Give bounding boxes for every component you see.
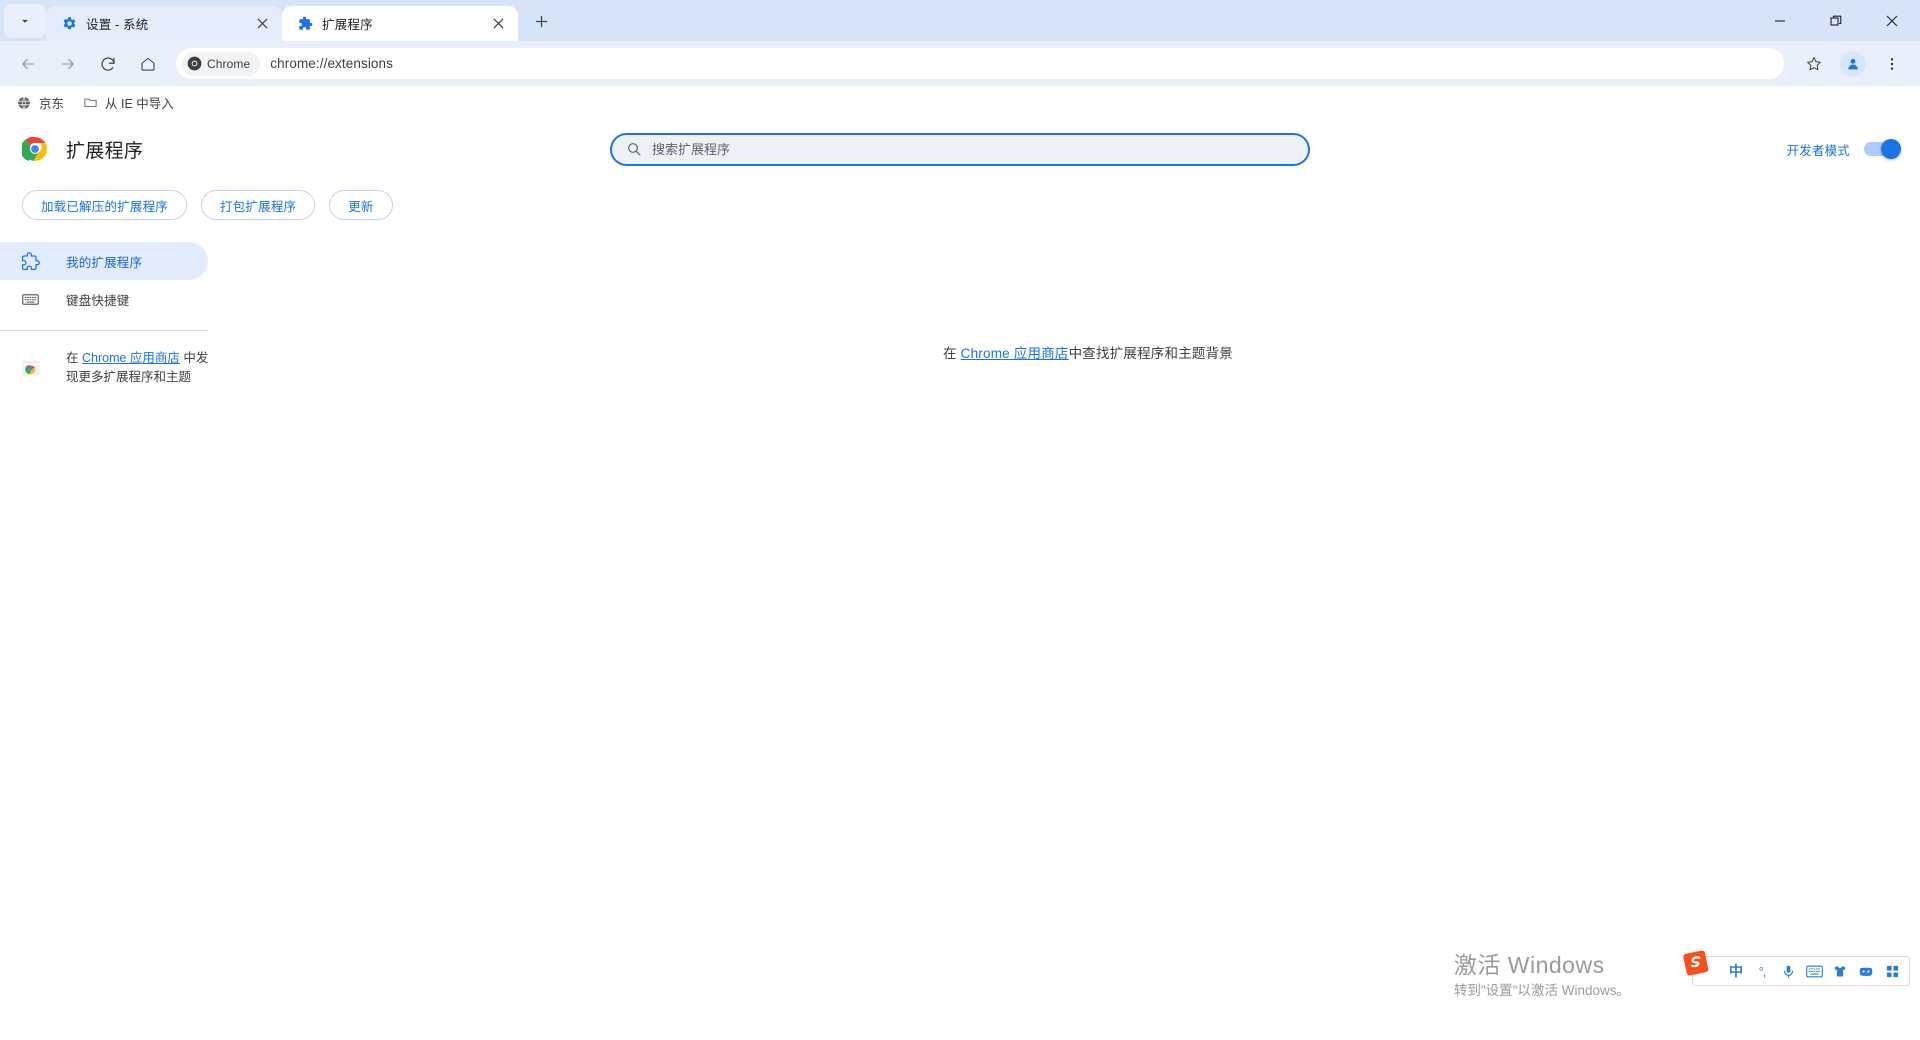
gear-icon: [61, 16, 77, 32]
chrome-origin-chip[interactable]: Chrome: [182, 51, 261, 76]
developer-mode-toggle[interactable]: [1864, 139, 1901, 159]
update-button[interactable]: 更新: [329, 190, 393, 220]
tab-strip: 设置 - 系统 扩展程序: [0, 0, 1920, 41]
sidebar-web-store-text: 在 Chrome 应用商店 中发现更多扩展程序和主题: [66, 349, 216, 387]
chrome-web-store-icon: [20, 357, 42, 379]
browser-menu-button[interactable]: [1875, 47, 1909, 81]
reload-button[interactable]: [91, 47, 125, 81]
empty-state-message: 在 Chrome 应用商店中查找扩展程序和主题背景: [256, 342, 1920, 362]
bookmark-folder-ie-import[interactable]: 从 IE 中导入: [74, 90, 182, 116]
empty-suffix: 中查找扩展程序和主题背景: [1068, 346, 1234, 361]
bookmarks-bar: 京东 从 IE 中导入: [0, 86, 1920, 120]
globe-icon: [16, 95, 32, 111]
back-button[interactable]: [11, 47, 45, 81]
maximize-icon: [1830, 15, 1842, 26]
watermark-line-1: 激活 Windows: [1453, 952, 1605, 978]
chrome-chip-label: Chrome: [207, 56, 251, 71]
profile-avatar[interactable]: [1840, 50, 1866, 77]
extensions-sidebar: 我的扩展程序 键盘快捷键 在 Chrome 应用商店 中发现更多扩展程序和主题: [0, 232, 256, 387]
grid-apps-icon: [1886, 965, 1898, 977]
chrome-logo-icon: [20, 136, 48, 162]
star-icon: [1807, 56, 1821, 70]
chevron-down-icon: [22, 19, 28, 23]
promo-prefix: 在: [66, 351, 82, 365]
ime-chinese-mode[interactable]: 中: [1723, 958, 1749, 984]
search-input[interactable]: [652, 141, 1294, 157]
arrow-left-icon: [22, 58, 34, 69]
tab-title: 扩展程序: [322, 18, 373, 32]
shirt-icon: [1834, 965, 1846, 976]
sidebar-item-label: 键盘快捷键: [66, 293, 130, 308]
bookmark-star-button[interactable]: [1797, 47, 1831, 81]
home-button[interactable]: [131, 47, 165, 81]
sidebar-web-store-promo: 在 Chrome 应用商店 中发现更多扩展程序和主题: [0, 331, 216, 387]
minimize-icon: [1775, 19, 1785, 22]
bookmark-label: 从 IE 中导入: [105, 97, 174, 111]
load-unpacked-button[interactable]: 加载已解压的扩展程序: [22, 190, 188, 220]
extensions-page: 扩展程序 开发者模式 加载已解压的扩展程序 打包扩展程序 更新: [0, 120, 1920, 1040]
tab-close-button[interactable]: [252, 14, 272, 34]
tab-settings[interactable]: 设置 - 系统: [46, 6, 282, 41]
bookmark-jd[interactable]: 京东: [8, 90, 72, 116]
extensions-body: 我的扩展程序 键盘快捷键 在 Chrome 应用商店 中发现更多扩展程序和主题 …: [0, 232, 1920, 387]
ime-toolbar: 中 °,: [1683, 950, 1910, 986]
forward-button[interactable]: [51, 47, 85, 81]
tab-close-button[interactable]: [488, 14, 508, 34]
three-dot-menu-icon: [1890, 57, 1894, 70]
minimize-button[interactable]: [1752, 0, 1808, 41]
tab-list: 设置 - 系统 扩展程序: [46, 0, 518, 41]
tab-extensions[interactable]: 扩展程序: [282, 6, 518, 41]
pack-extension-button[interactable]: 打包扩展程序: [201, 190, 316, 220]
ime-soft-keyboard-button[interactable]: [1801, 958, 1827, 984]
empty-prefix: 在: [942, 346, 961, 361]
arrow-right-icon: [62, 58, 74, 69]
ime-toolbox-button[interactable]: [1879, 958, 1905, 984]
plus-icon: [535, 15, 547, 27]
ime-voice-input-button[interactable]: [1775, 958, 1801, 984]
new-tab-button[interactable]: [524, 4, 558, 38]
puzzle-icon: [297, 16, 313, 32]
developer-mode-control: 开发者模式: [1786, 139, 1901, 159]
chrome-logo-icon: [187, 56, 202, 71]
search-icon: [626, 141, 642, 157]
tab-title: 设置 - 系统: [86, 18, 149, 32]
extensions-main-content: 在 Chrome 应用商店中查找扩展程序和主题背景: [256, 232, 1920, 387]
ime-skin-button[interactable]: [1827, 958, 1853, 984]
chrome-web-store-link[interactable]: Chrome 应用商店: [82, 351, 180, 365]
folder-icon: [82, 95, 98, 111]
reload-icon: [101, 56, 115, 71]
home-icon: [141, 57, 155, 71]
extensions-header: 扩展程序 开发者模式: [0, 120, 1920, 178]
keyboard-icon: [20, 289, 40, 309]
toggle-knob: [1881, 139, 1901, 159]
page-title: 扩展程序: [66, 140, 144, 162]
emoji-face-icon: [1859, 967, 1873, 976]
puzzle-icon: [20, 251, 40, 271]
maximize-button[interactable]: [1808, 0, 1864, 41]
extensions-search[interactable]: [610, 132, 1310, 166]
extensions-action-bar: 加载已解压的扩展程序 打包扩展程序 更新: [0, 178, 1920, 232]
address-bar-url: chrome://extensions: [270, 56, 393, 71]
close-button[interactable]: [1864, 0, 1920, 41]
chrome-web-store-link[interactable]: Chrome 应用商店: [961, 346, 1069, 361]
browser-toolbar: Chrome chrome://extensions: [0, 41, 1920, 86]
ime-punctuation-mode[interactable]: °,: [1749, 958, 1775, 984]
microphone-icon: [1783, 965, 1793, 978]
sidebar-item-my-extensions[interactable]: 我的扩展程序: [0, 242, 208, 280]
windows-activation-watermark: 激活 Windows 转到"设置"以激活 Windows。: [1454, 950, 1630, 1002]
sogou-logo-icon[interactable]: [1679, 949, 1713, 979]
ime-emoji-button[interactable]: [1853, 958, 1879, 984]
bookmark-label: 京东: [39, 97, 65, 111]
address-bar[interactable]: Chrome chrome://extensions: [176, 48, 1784, 79]
sidebar-item-label: 我的扩展程序: [66, 255, 143, 270]
sidebar-item-keyboard-shortcuts[interactable]: 键盘快捷键: [0, 280, 208, 318]
close-icon: [1886, 15, 1898, 26]
developer-mode-label: 开发者模式: [1786, 143, 1850, 158]
avatar-icon: [1848, 58, 1858, 69]
watermark-line-2: 转到"设置"以激活 Windows。: [1453, 983, 1630, 998]
keyboard-icon: [1805, 965, 1823, 977]
tab-search-button[interactable]: [4, 4, 46, 38]
window-controls: [1752, 0, 1920, 41]
